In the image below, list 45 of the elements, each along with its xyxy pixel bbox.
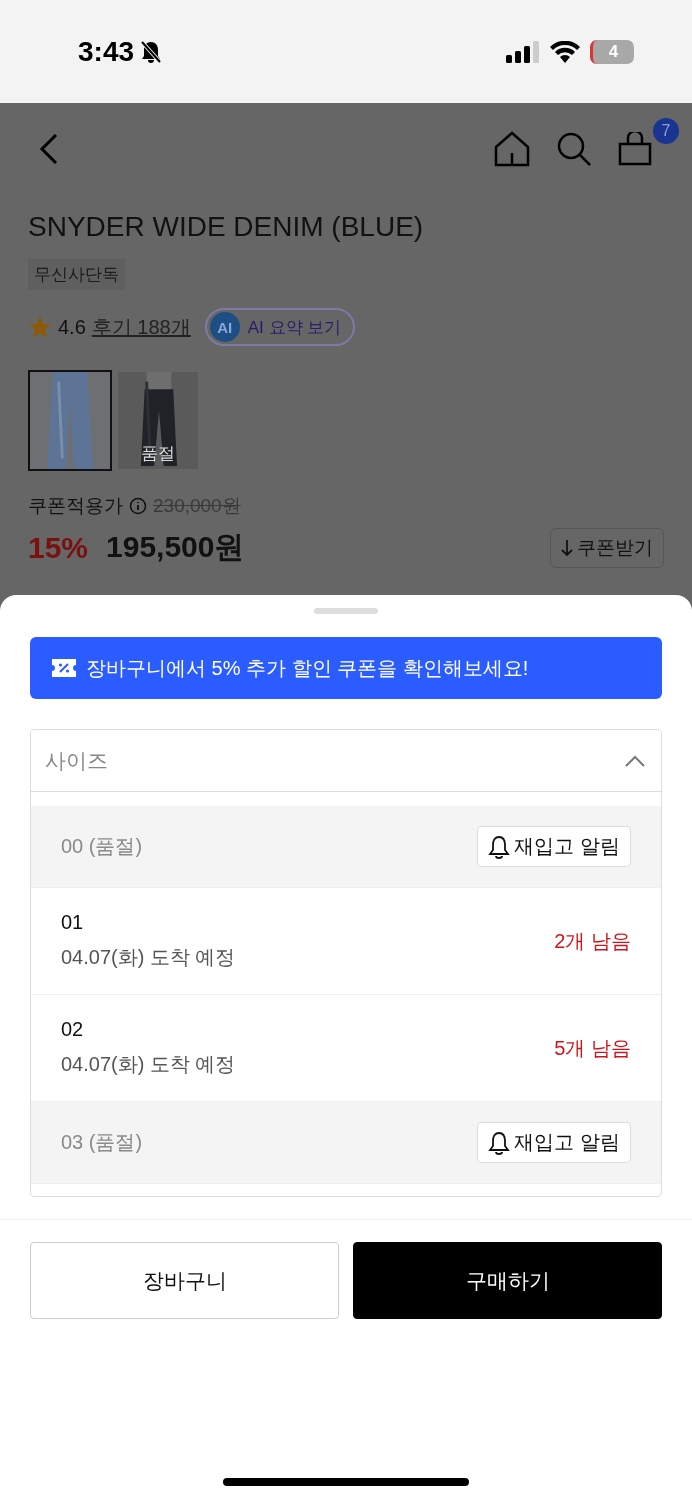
bell-off-icon — [140, 39, 163, 64]
back-button[interactable] — [38, 133, 58, 165]
banner-text: 장바구니에서 5% 추가 할인 쿠폰을 확인해보세요! — [86, 655, 529, 681]
stock-left: 2개 남음 — [554, 928, 631, 954]
cart-add-button[interactable]: 장바구니 — [30, 1242, 339, 1319]
product-title: SNYDER WIDE DENIM (BLUE) — [28, 211, 425, 244]
bell-icon — [488, 1130, 511, 1155]
ai-badge: AI — [209, 312, 240, 342]
option-label: 02 — [61, 1018, 85, 1041]
cart-count-badge: 7 — [653, 118, 679, 144]
coupon-icon — [52, 659, 76, 677]
discount-rate: 15% — [28, 530, 89, 565]
signal-icon — [506, 40, 540, 63]
sheet-handle[interactable] — [314, 608, 378, 614]
sale-price: 195,500원 — [106, 529, 245, 565]
delivery-date: 04.07(화) 도착 예정 — [61, 945, 236, 970]
price-label: 쿠폰적용가 — [28, 494, 123, 518]
bell-icon — [488, 834, 511, 859]
size-option[interactable]: 00 (품절) 재입고 알림 — [31, 806, 661, 888]
thumbnail[interactable]: 품절 — [116, 370, 200, 471]
home-icon[interactable] — [494, 131, 530, 167]
restock-alert-button[interactable]: 재입고 알림 — [477, 826, 631, 867]
sold-out-label: 품절 — [140, 443, 176, 465]
shopping-bag-icon[interactable] — [618, 132, 652, 166]
stock-left: 5개 남음 — [554, 1035, 631, 1061]
restock-alert-button[interactable]: 재입고 알림 — [477, 1122, 631, 1163]
option-label: 01 — [61, 911, 85, 934]
buy-button[interactable]: 구매하기 — [353, 1242, 662, 1319]
coupon-banner[interactable]: 장바구니에서 5% 추가 할인 쿠폰을 확인해보세요! — [30, 637, 662, 699]
wifi-icon — [550, 40, 580, 63]
search-icon[interactable] — [556, 131, 592, 167]
ai-summary-label: AI 요약 보기 — [247, 316, 342, 339]
size-select[interactable]: 사이즈 — [31, 730, 661, 792]
info-icon — [129, 497, 147, 515]
battery-icon: 4 — [590, 39, 634, 64]
chevron-icon — [625, 754, 645, 767]
option-label: 00 (품절) — [61, 834, 143, 859]
product-tag: 무신사단독 — [28, 259, 125, 290]
download-arrow-icon — [561, 538, 573, 557]
star-icon — [28, 315, 52, 339]
size-option[interactable]: 03 (품절) 재입고 알림 — [31, 1102, 661, 1184]
rating-value: 4.6 — [58, 315, 86, 339]
option-label: 03 (품절) — [61, 1130, 143, 1155]
delivery-date: 04.07(화) 도착 예정 — [61, 1052, 236, 1077]
status-time: 3:43 — [78, 35, 135, 68]
